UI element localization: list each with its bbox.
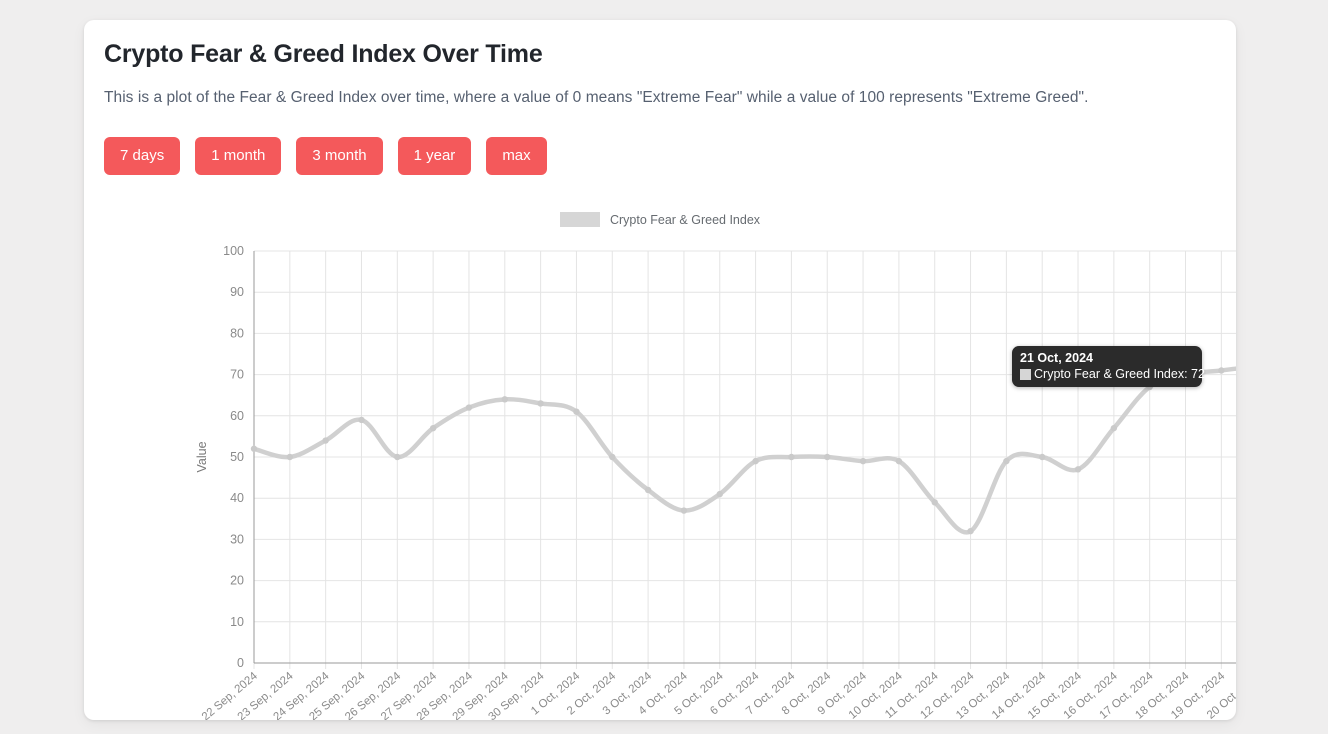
tooltip-date: 21 Oct, 2024	[1020, 351, 1093, 365]
data-point[interactable]	[859, 457, 867, 465]
range-button-1-year[interactable]: 1 year	[397, 137, 472, 175]
page-description: This is a plot of the Fear & Greed Index…	[104, 89, 1089, 106]
data-point[interactable]	[1110, 424, 1118, 432]
data-point[interactable]	[788, 453, 795, 461]
page-root: Crypto Fear & Greed Index Over Time This…	[0, 0, 1328, 734]
data-point[interactable]	[1039, 453, 1046, 461]
range-button-1-month[interactable]: 1 month	[195, 137, 282, 175]
chart-tooltip: 21 Oct, 2024 Crypto Fear & Greed Index: …	[1012, 346, 1205, 387]
y-axis-title: Value	[195, 441, 209, 472]
y-axis-tick-label: 40	[230, 491, 244, 505]
y-axis-tick-label: 100	[223, 244, 244, 258]
page-title: Crypto Fear & Greed Index Over Time	[104, 40, 543, 68]
series-line[interactable]	[251, 366, 1236, 535]
data-point[interactable]	[644, 486, 652, 494]
data-point[interactable]	[394, 453, 401, 461]
data-point[interactable]	[824, 453, 831, 461]
y-axis-tick-label: 10	[230, 615, 244, 629]
data-point[interactable]	[537, 400, 544, 407]
range-button-3-month[interactable]: 3 month	[296, 137, 383, 175]
data-point[interactable]	[322, 437, 329, 444]
line-chart-plot[interactable]: 010203040506070809010022 Sep, 202423 Sep…	[84, 200, 1236, 720]
data-point[interactable]	[358, 416, 365, 424]
data-point[interactable]	[967, 527, 974, 535]
data-point[interactable]	[680, 507, 688, 514]
data-point[interactable]	[501, 396, 508, 403]
y-axis-tick-label: 20	[230, 574, 244, 588]
chart-container[interactable]: Crypto Fear & Greed Index 0 10 20 30 40 50 60 7…	[84, 200, 1236, 720]
data-point[interactable]	[931, 499, 938, 506]
tooltip-swatch-icon	[1020, 368, 1031, 380]
y-axis-tick-label: 0	[237, 656, 244, 670]
data-point[interactable]	[429, 424, 437, 432]
tooltip-series-row: Crypto Fear & Greed Index: 72	[1020, 367, 1205, 381]
data-point[interactable]	[609, 453, 616, 461]
y-axis-tick-label: 70	[230, 368, 244, 382]
y-axis-tick-label: 60	[230, 409, 244, 423]
data-point[interactable]	[752, 457, 759, 465]
data-point[interactable]	[465, 404, 473, 411]
range-button-max[interactable]: max	[486, 137, 547, 175]
data-point[interactable]	[1074, 466, 1082, 473]
y-axis-tick-label: 50	[230, 450, 244, 464]
data-point[interactable]	[250, 445, 258, 452]
data-point[interactable]	[895, 457, 903, 465]
data-point[interactable]	[1003, 457, 1010, 465]
tooltip-value: Crypto Fear & Greed Index: 72	[1034, 367, 1205, 381]
range-button-7-days[interactable]: 7 days	[104, 137, 181, 175]
data-point[interactable]	[1218, 367, 1225, 374]
data-point[interactable]	[286, 453, 294, 461]
chart-card: Crypto Fear & Greed Index Over Time This…	[84, 20, 1236, 720]
y-axis-tick-label: 90	[230, 285, 244, 299]
data-point[interactable]	[716, 490, 723, 498]
range-button-group: 7 days 1 month 3 month 1 year max	[104, 137, 547, 175]
data-point[interactable]	[573, 408, 580, 415]
y-axis-tick-label: 80	[230, 326, 244, 340]
y-axis-tick-label: 30	[230, 532, 244, 546]
